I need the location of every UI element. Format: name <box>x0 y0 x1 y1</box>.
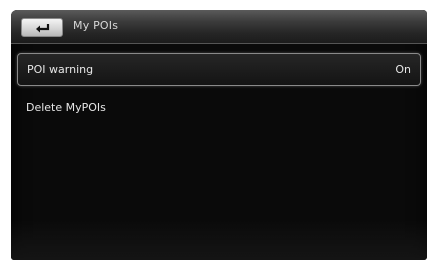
menu-item-label: POI warning <box>27 63 94 76</box>
bottom-shade <box>11 220 427 260</box>
display-bezel: My POIs POI warning On Delete MyPOIs <box>0 0 433 263</box>
navigation-screen: My POIs POI warning On Delete MyPOIs <box>11 10 427 260</box>
title-bar: My POIs <box>11 10 427 44</box>
menu-item-delete-mypois[interactable]: Delete MyPOIs <box>17 92 421 125</box>
page-title: My POIs <box>73 19 119 32</box>
menu-item-value: On <box>395 63 411 76</box>
menu-item-label: Delete MyPOIs <box>26 101 106 114</box>
menu-item-poi-warning[interactable]: POI warning On <box>17 53 421 86</box>
return-arrow-icon <box>36 24 50 33</box>
back-button[interactable] <box>21 18 63 37</box>
